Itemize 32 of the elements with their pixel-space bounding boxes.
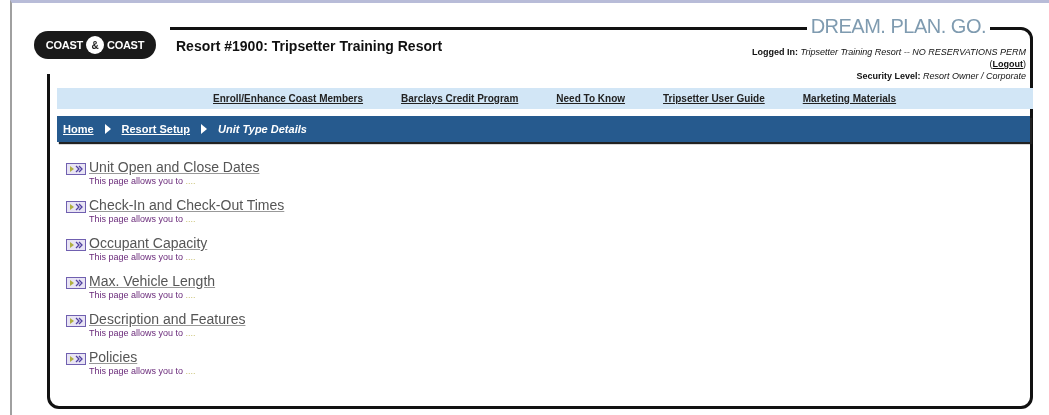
section-link[interactable]: Occupant Capacity (89, 235, 208, 251)
nav-link[interactable]: Tripsetter User Guide (663, 91, 765, 106)
section-link[interactable]: Policies (89, 349, 196, 365)
section-description: This page allows you to .... (89, 289, 197, 301)
section-description: This page allows you to .... (89, 213, 197, 225)
chevron-icon (66, 277, 86, 289)
nav-link[interactable]: Barclays Credit Program (401, 91, 519, 106)
chevron-icon (66, 353, 86, 365)
section-link[interactable]: Description and Features (89, 311, 246, 327)
page-title: Resort #1900: Tripsetter Training Resort (176, 37, 443, 56)
section-description: This page allows you to .... (89, 365, 196, 377)
breadcrumb-link[interactable]: Resort Setup (121, 120, 191, 138)
section-description: This page allows you to .... (89, 251, 197, 263)
section-description: This page allows you to .... (89, 175, 197, 187)
chevron-icon (66, 239, 86, 251)
breadcrumb-current: Unit Type Details (218, 121, 307, 137)
section-description: This page allows you to .... (89, 327, 197, 339)
section-link[interactable]: Max. Vehicle Length (89, 273, 216, 289)
chevron-icon (66, 315, 86, 327)
chevron-icon (66, 201, 86, 213)
section-link[interactable]: Unit Open and Close Dates (89, 159, 260, 175)
caret-icon (103, 123, 112, 135)
nav-link[interactable]: Need To Know (556, 91, 626, 106)
security-level: Security Level: Resort Owner / Corporate (856, 70, 1026, 82)
breadcrumb-link[interactable]: Home (63, 120, 94, 138)
chevron-icon (66, 163, 86, 175)
caret-icon (200, 123, 209, 135)
logout-link[interactable]: Logout (992, 59, 1023, 69)
nav-link[interactable]: Enroll/Enhance Coast Members (213, 91, 364, 106)
section-link[interactable]: Check-In and Check-Out Times (89, 197, 285, 213)
login-info: Logged In: Tripsetter Training Resort -- NO RESERVATIONS PERM (Logout) (751, 46, 1026, 70)
nav-link[interactable]: Marketing Materials (802, 91, 897, 106)
